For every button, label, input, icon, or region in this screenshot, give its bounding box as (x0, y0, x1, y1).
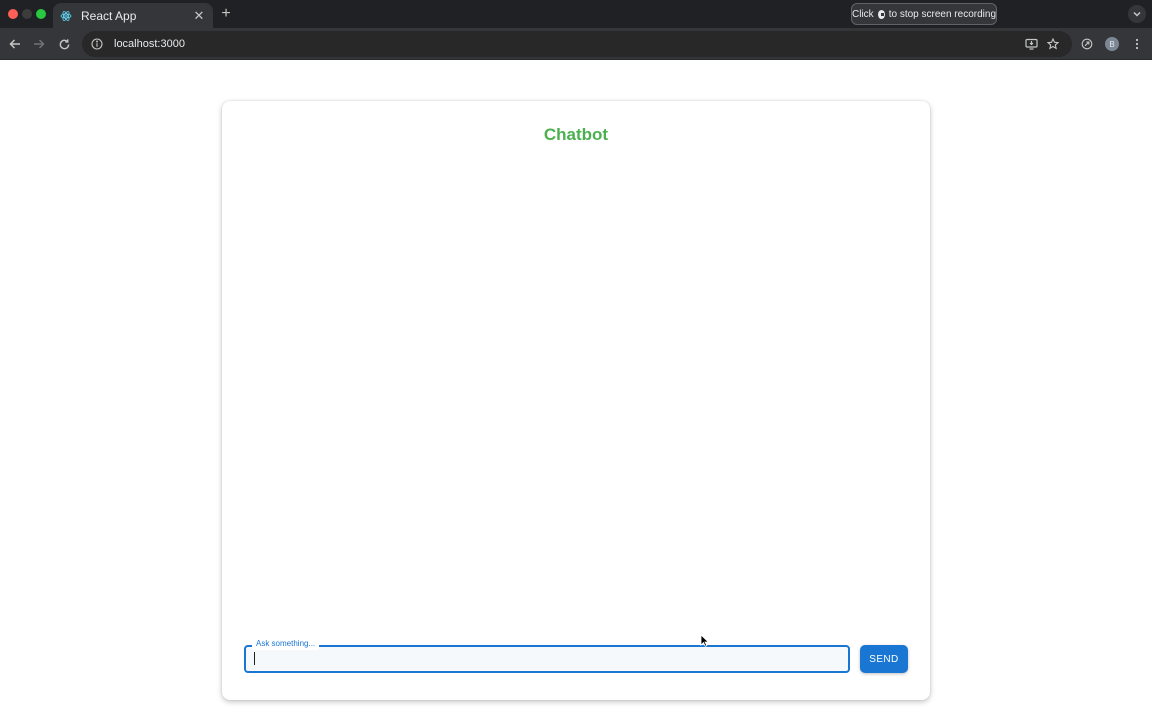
tab-close-icon[interactable]: ✕ (191, 8, 207, 24)
extensions-button[interactable] (1078, 35, 1096, 53)
recording-notice-prefix: Click (852, 8, 874, 20)
bookmark-button[interactable] (1044, 35, 1062, 53)
react-icon (60, 10, 72, 22)
recording-notice-suffix: to stop screen recording (888, 8, 996, 20)
back-button[interactable] (6, 35, 24, 53)
install-app-button[interactable] (1022, 35, 1040, 53)
chevron-down-icon (1133, 11, 1141, 17)
browser-toolbar: localhost:3000 B (0, 28, 1152, 60)
browser-tab[interactable]: React App ✕ (53, 3, 213, 28)
tab-search-button[interactable] (1128, 5, 1146, 23)
arrow-left-icon (9, 39, 20, 49)
text-caret (254, 652, 255, 665)
reload-icon (59, 38, 69, 49)
send-button[interactable]: SEND (860, 645, 908, 673)
more-vertical-icon (1135, 38, 1139, 50)
extensions-icon (1081, 38, 1093, 50)
arrow-right-icon (34, 39, 45, 49)
mouse-pointer-icon (700, 634, 709, 647)
screen-recording-notice[interactable]: Click to stop screen recording (851, 3, 997, 25)
star-icon (1047, 38, 1059, 50)
stop-recording-icon (877, 9, 885, 19)
new-tab-button[interactable]: + (218, 6, 234, 22)
window-minimize-button[interactable] (22, 9, 32, 19)
page-title: Chatbot (543, 125, 609, 144)
install-app-icon (1024, 38, 1038, 50)
browser-menu-button[interactable] (1128, 35, 1146, 53)
tab-title: React App (81, 8, 137, 23)
profile-avatar[interactable]: B (1105, 37, 1119, 51)
reload-button[interactable] (55, 35, 73, 53)
message-input[interactable] (254, 651, 840, 669)
browser-tab-strip: React App ✕ + Click to stop screen recor… (0, 0, 1152, 28)
window-maximize-button[interactable] (36, 9, 46, 19)
address-bar[interactable]: localhost:3000 (82, 31, 1072, 57)
forward-button[interactable] (30, 35, 48, 53)
message-field[interactable]: Ask something... (244, 638, 850, 673)
site-info-icon[interactable] (90, 37, 104, 51)
chat-card: Chatbot Ask something... SEND (222, 101, 930, 700)
address-url: localhost:3000 (114, 38, 185, 50)
message-field-label: Ask something... (252, 638, 320, 650)
window-close-button[interactable] (8, 9, 18, 19)
message-list (244, 161, 908, 681)
